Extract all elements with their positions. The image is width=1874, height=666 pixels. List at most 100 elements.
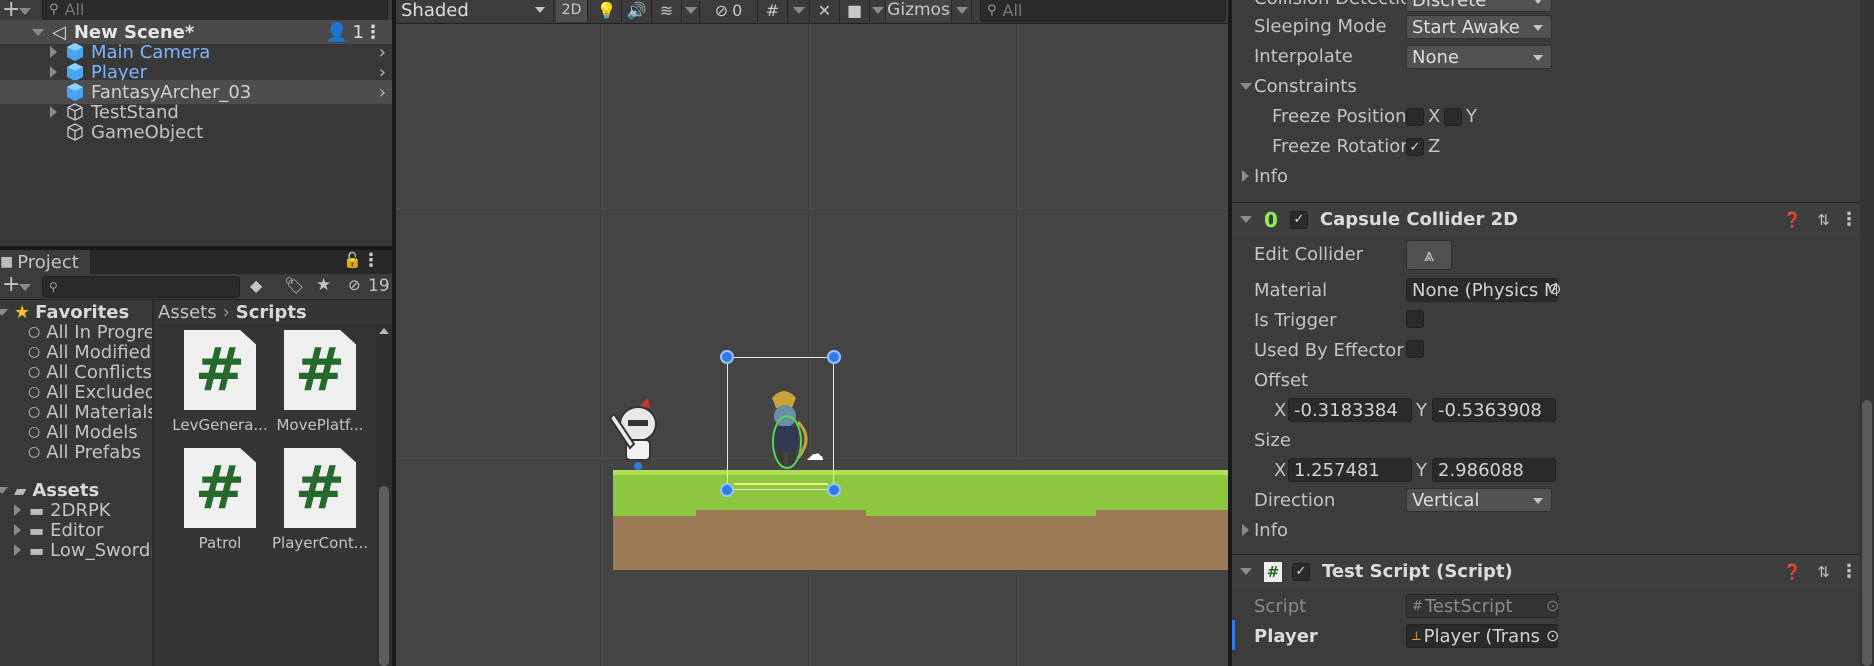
freeze-rotation-z-checkbox[interactable]: ✓ bbox=[1406, 138, 1424, 156]
gizmos-button[interactable]: Gizmos bbox=[886, 0, 952, 22]
knight-sprite[interactable] bbox=[608, 396, 664, 470]
hidden-packages-icon[interactable]: ⊘ bbox=[348, 276, 361, 294]
interpolate-label: Interpolate bbox=[1254, 46, 1353, 67]
hierarchy-item-gameobject[interactable]: GameObject bbox=[0, 120, 392, 144]
resize-handle[interactable] bbox=[827, 483, 841, 497]
expand-icon[interactable] bbox=[14, 524, 21, 536]
expand-scene-icon[interactable] bbox=[32, 28, 44, 36]
edit-collider-label: Edit Collider bbox=[1254, 244, 1364, 265]
edit-collider-button[interactable]: ⩓ bbox=[1406, 240, 1452, 270]
folder-icon: ■ bbox=[0, 254, 14, 270]
project-search-input[interactable]: ⚲ bbox=[42, 276, 240, 298]
expand-icon[interactable] bbox=[50, 106, 57, 118]
grid-line bbox=[602, 24, 603, 666]
script-file-icon[interactable]: # bbox=[184, 448, 256, 528]
player-field[interactable]: ⟂ Player (Trans bbox=[1406, 624, 1558, 648]
resize-handle[interactable] bbox=[720, 483, 734, 497]
effects-dropdown[interactable] bbox=[682, 0, 700, 22]
help-icon[interactable]: ❓ bbox=[1783, 211, 1802, 229]
resize-handle[interactable] bbox=[720, 350, 734, 364]
chevron-down-icon bbox=[792, 6, 805, 14]
preset-icon[interactable]: ⇅ bbox=[1817, 563, 1830, 581]
filter-by-type-icon[interactable]: ◆ bbox=[250, 276, 262, 295]
lighting-toggle[interactable]: 💡 bbox=[592, 0, 622, 22]
offset-x-field[interactable]: -0.3183384 bbox=[1288, 398, 1412, 422]
expand-icon[interactable] bbox=[50, 46, 57, 58]
camera-toggle[interactable]: ■ bbox=[840, 0, 870, 22]
script-file-icon[interactable]: # bbox=[284, 330, 356, 410]
inspector-scrollbar[interactable] bbox=[1860, 0, 1874, 666]
help-icon[interactable]: ❓ bbox=[1783, 563, 1802, 581]
collapse-component-icon[interactable] bbox=[1240, 216, 1252, 223]
tab-project[interactable]: ■ Project bbox=[0, 250, 90, 274]
tools-icon: ✕ bbox=[817, 0, 832, 20]
collapse-component-icon[interactable] bbox=[1240, 568, 1252, 575]
add-dropdown-icon[interactable] bbox=[19, 8, 31, 15]
scrollbar-thumb[interactable] bbox=[379, 486, 389, 666]
resize-handle[interactable] bbox=[827, 350, 841, 364]
audio-toggle[interactable]: 🔊 bbox=[622, 0, 652, 22]
is-trigger-checkbox[interactable] bbox=[1406, 310, 1424, 328]
scroll-up-icon[interactable] bbox=[379, 328, 389, 334]
offset-y-field[interactable]: -0.5363908 bbox=[1432, 398, 1556, 422]
camera-dropdown[interactable] bbox=[870, 0, 886, 22]
selection-rect[interactable] bbox=[727, 357, 834, 490]
script-file-icon[interactable]: # bbox=[284, 448, 356, 528]
scrollbar-thumb[interactable] bbox=[1862, 400, 1872, 666]
project-menu-icon[interactable]: ⋮ bbox=[362, 250, 380, 271]
expand-info-icon[interactable] bbox=[1242, 170, 1249, 182]
hierarchy-search-input[interactable]: ⚲ All bbox=[42, 0, 388, 21]
component-enabled-checkbox[interactable]: ✓ bbox=[1292, 562, 1310, 581]
assets-folder-item[interactable]: ▬ Low_Swordma bbox=[0, 538, 179, 562]
object-picker-icon[interactable]: ⊙ bbox=[1546, 626, 1559, 645]
freeze-position-y-checkbox[interactable] bbox=[1444, 108, 1462, 126]
project-scrollbar[interactable] bbox=[376, 326, 392, 666]
grid-snap-toggle[interactable]: # bbox=[758, 0, 788, 22]
favorite-star-icon[interactable]: ★ bbox=[316, 275, 331, 295]
create-dropdown-icon[interactable] bbox=[19, 284, 31, 291]
search-filter-icon: ○ bbox=[28, 404, 41, 420]
grid-dropdown[interactable] bbox=[788, 0, 810, 22]
component-enabled-checkbox[interactable]: ✓ bbox=[1289, 210, 1308, 229]
script-file-icon[interactable]: # bbox=[184, 330, 256, 410]
pivot-hand-icon[interactable]: ☁ bbox=[806, 444, 824, 465]
add-icon[interactable]: + bbox=[2, 0, 20, 22]
filter-by-label-icon[interactable]: 🏷 bbox=[284, 276, 304, 295]
expand-icon[interactable] bbox=[50, 66, 57, 78]
scene-visibility-toggle[interactable]: ⊘ 0 bbox=[700, 0, 758, 22]
expand-assets-icon[interactable] bbox=[0, 486, 8, 494]
scene-search-input[interactable]: ⚲ All bbox=[980, 0, 1226, 22]
interpolate-dropdown[interactable]: None bbox=[1406, 45, 1552, 69]
scene-view[interactable]: ☁ Shaded 2D 💡 🔊 ≋ ⊘ 0 # ✕ ■ Gizmos ⚲ All bbox=[396, 0, 1228, 666]
expand-icon[interactable] bbox=[14, 504, 21, 516]
expand-info-icon[interactable] bbox=[1242, 524, 1249, 536]
gameobject-cube-icon bbox=[67, 43, 83, 61]
breadcrumb-root[interactable]: Assets bbox=[158, 302, 217, 323]
collision-detection-dropdown[interactable]: Discrete bbox=[1406, 0, 1552, 12]
component-menu-icon[interactable]: ⋮ bbox=[1840, 561, 1858, 582]
tools-toggle[interactable]: ✕ bbox=[810, 0, 840, 22]
size-x-field[interactable]: 1.257481 bbox=[1288, 458, 1412, 482]
2d-mode-button[interactable]: 2D bbox=[556, 0, 588, 22]
shading-mode-dropdown[interactable]: Shaded bbox=[396, 0, 554, 22]
test-script-header[interactable]: # ✓ Test Script (Script) ❓ ⇅ ⋮ bbox=[1232, 554, 1874, 588]
gizmos-dropdown[interactable] bbox=[952, 0, 972, 22]
expand-constraints-icon[interactable] bbox=[1240, 83, 1252, 90]
used-by-effector-checkbox[interactable] bbox=[1406, 340, 1424, 358]
size-y-field[interactable]: 2.986088 bbox=[1432, 458, 1556, 482]
create-icon[interactable]: + bbox=[2, 272, 20, 297]
effects-toggle[interactable]: ≋ bbox=[652, 0, 682, 22]
freeze-position-x-checkbox[interactable] bbox=[1406, 108, 1424, 126]
component-menu-icon[interactable]: ⋮ bbox=[1840, 209, 1858, 230]
sleeping-mode-dropdown[interactable]: Start Awake bbox=[1406, 15, 1552, 39]
breadcrumb-current[interactable]: Scripts bbox=[236, 302, 307, 323]
preset-icon[interactable]: ⇅ bbox=[1817, 211, 1830, 229]
favorite-item[interactable]: ○ All Prefabs bbox=[0, 440, 152, 464]
direction-dropdown[interactable]: Vertical bbox=[1406, 488, 1552, 512]
expand-favorites-icon[interactable] bbox=[0, 308, 8, 316]
capsule-collider-header[interactable]: 0 ✓ Capsule Collider 2D ❓ ⇅ ⋮ bbox=[1232, 202, 1874, 236]
expand-icon[interactable] bbox=[14, 544, 21, 556]
material-field[interactable]: None (Physics M bbox=[1406, 278, 1558, 302]
lock-icon[interactable]: 🔓 bbox=[343, 251, 362, 269]
object-picker-icon[interactable]: ⊙ bbox=[1548, 279, 1561, 298]
